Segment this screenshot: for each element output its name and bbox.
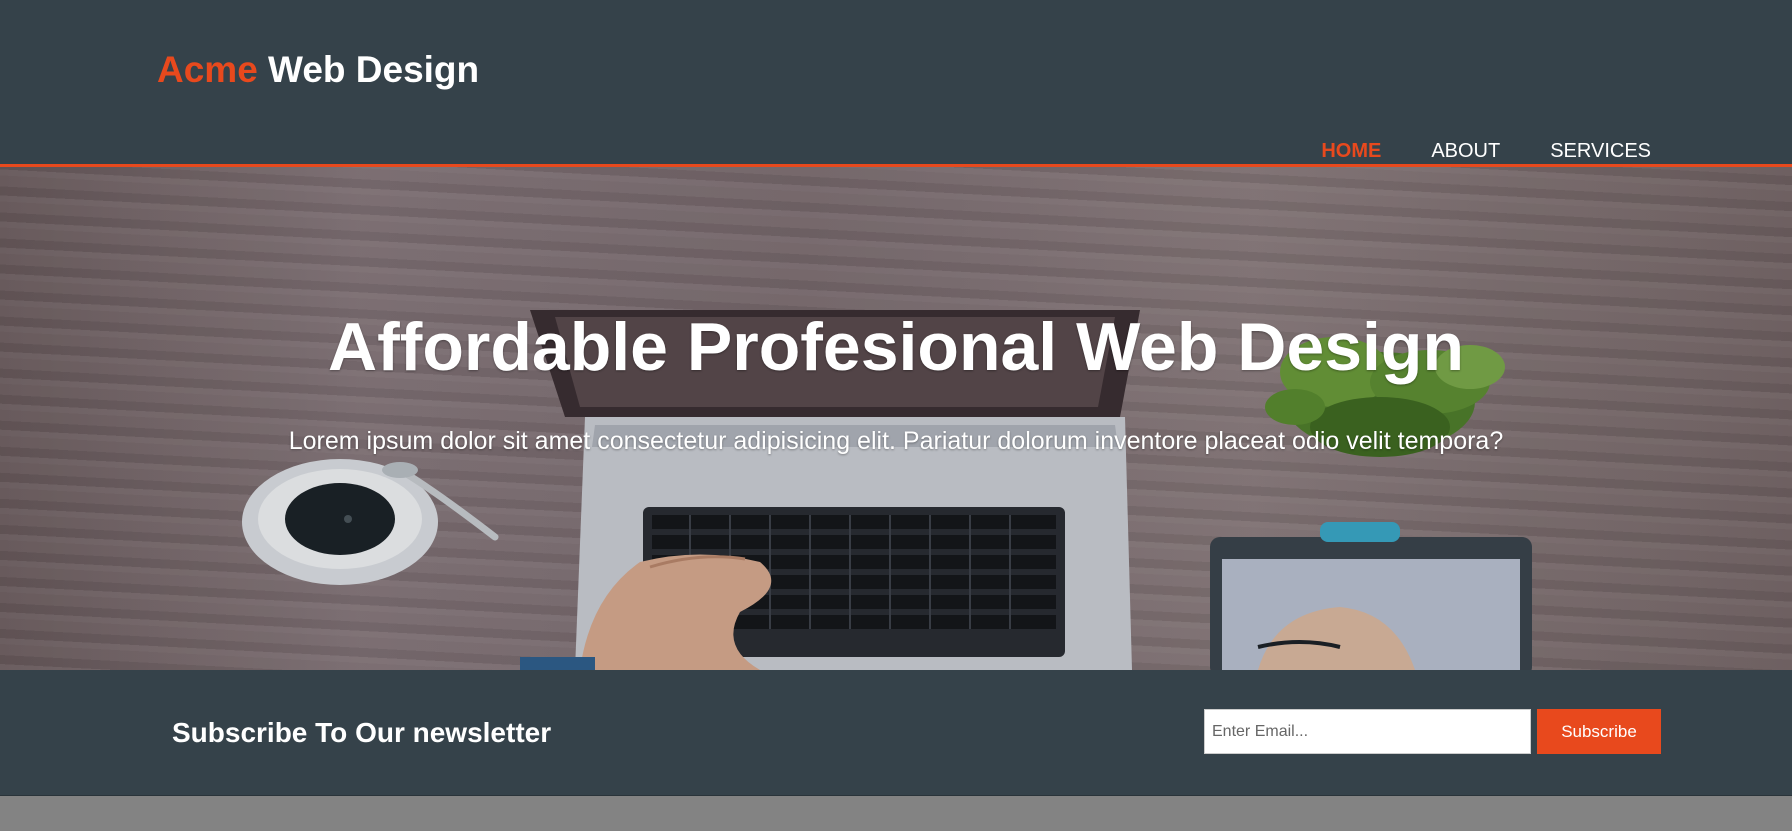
- site-header: Acme Web Design HOME ABOUT SERVICES: [0, 0, 1792, 167]
- nav-link-services[interactable]: SERVICES: [1550, 139, 1651, 163]
- footer-strip: [0, 796, 1792, 831]
- nav-link-home[interactable]: HOME: [1321, 139, 1381, 163]
- hero-description: Lorem ipsum dolor sit amet consectetur a…: [288, 427, 1504, 455]
- newsletter-section: Subscribe To Our newsletter Subscribe: [0, 670, 1792, 796]
- nav-link-about[interactable]: ABOUT: [1431, 139, 1500, 163]
- hero-showcase: Affordable Profesional Web Design Lorem …: [0, 167, 1792, 670]
- logo-highlight: Acme: [157, 49, 258, 90]
- logo-text: Web Design: [257, 49, 480, 90]
- newsletter-form: Subscribe: [1204, 709, 1661, 754]
- subscribe-button[interactable]: Subscribe: [1537, 709, 1661, 754]
- hero-desk-illustration: [0, 167, 1792, 670]
- main-nav: HOME ABOUT SERVICES: [1321, 139, 1651, 163]
- email-input[interactable]: [1204, 709, 1531, 754]
- site-logo[interactable]: Acme Web Design: [157, 48, 479, 92]
- newsletter-title: Subscribe To Our newsletter: [172, 717, 552, 748]
- hero-title: Affordable Profesional Web Design: [327, 309, 1464, 385]
